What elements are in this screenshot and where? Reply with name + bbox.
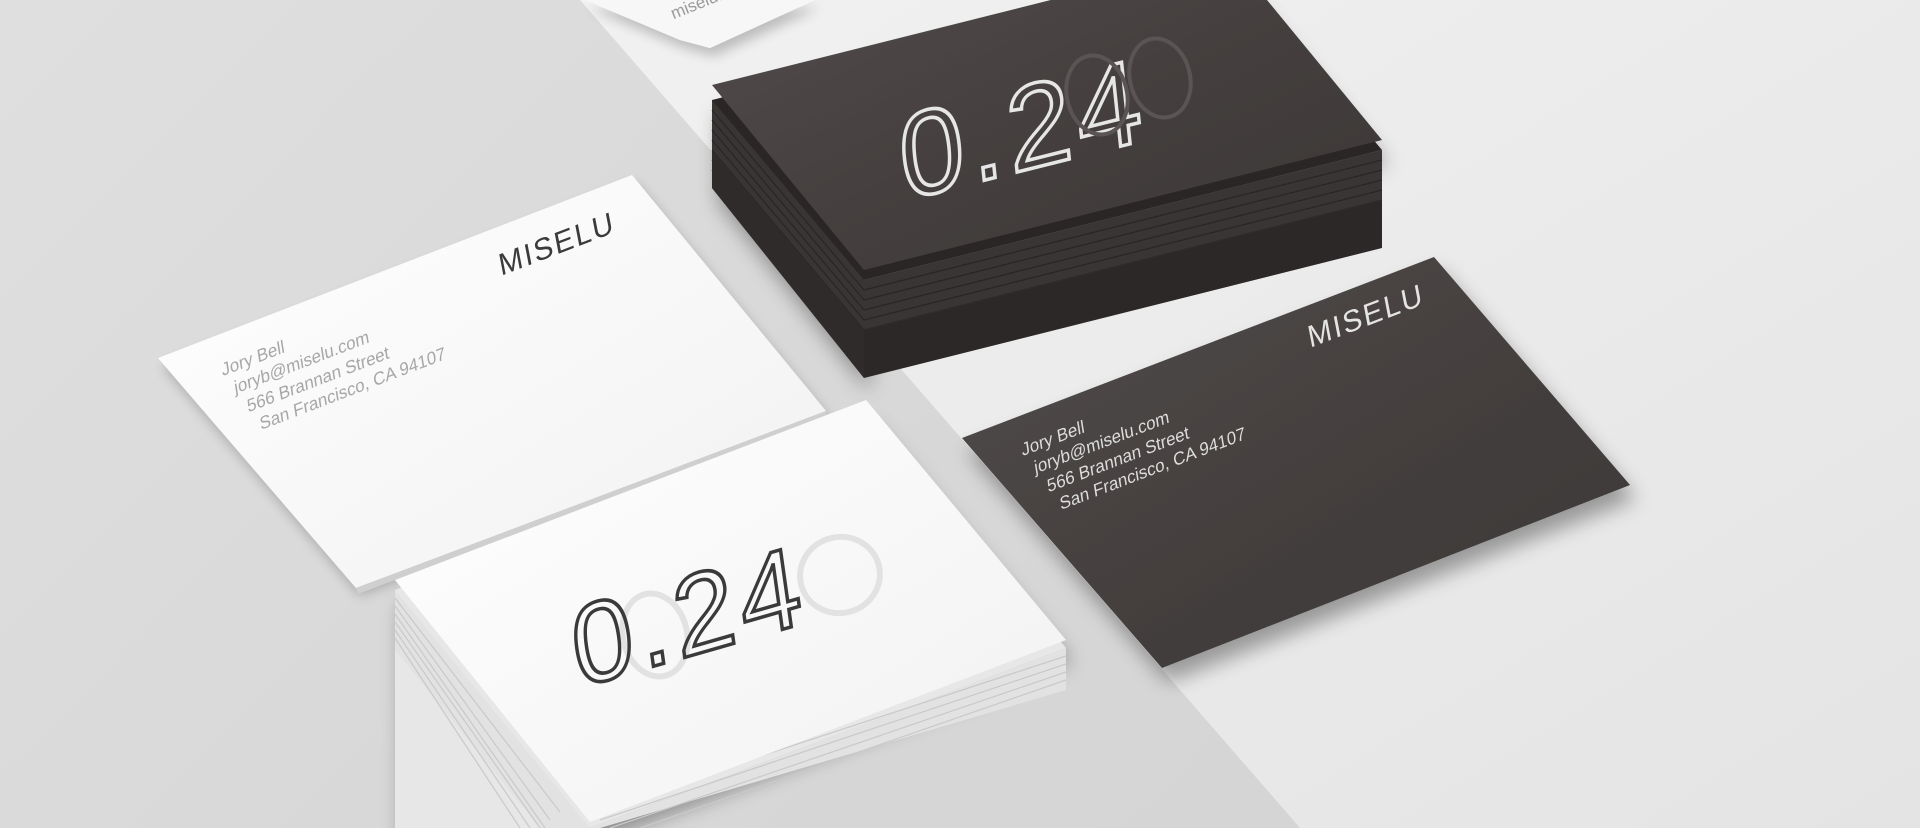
product-photo-scene: Sa miselu.co 0.24 MISELU: [0, 0, 1920, 828]
dark-contact-card: [962, 257, 1630, 668]
